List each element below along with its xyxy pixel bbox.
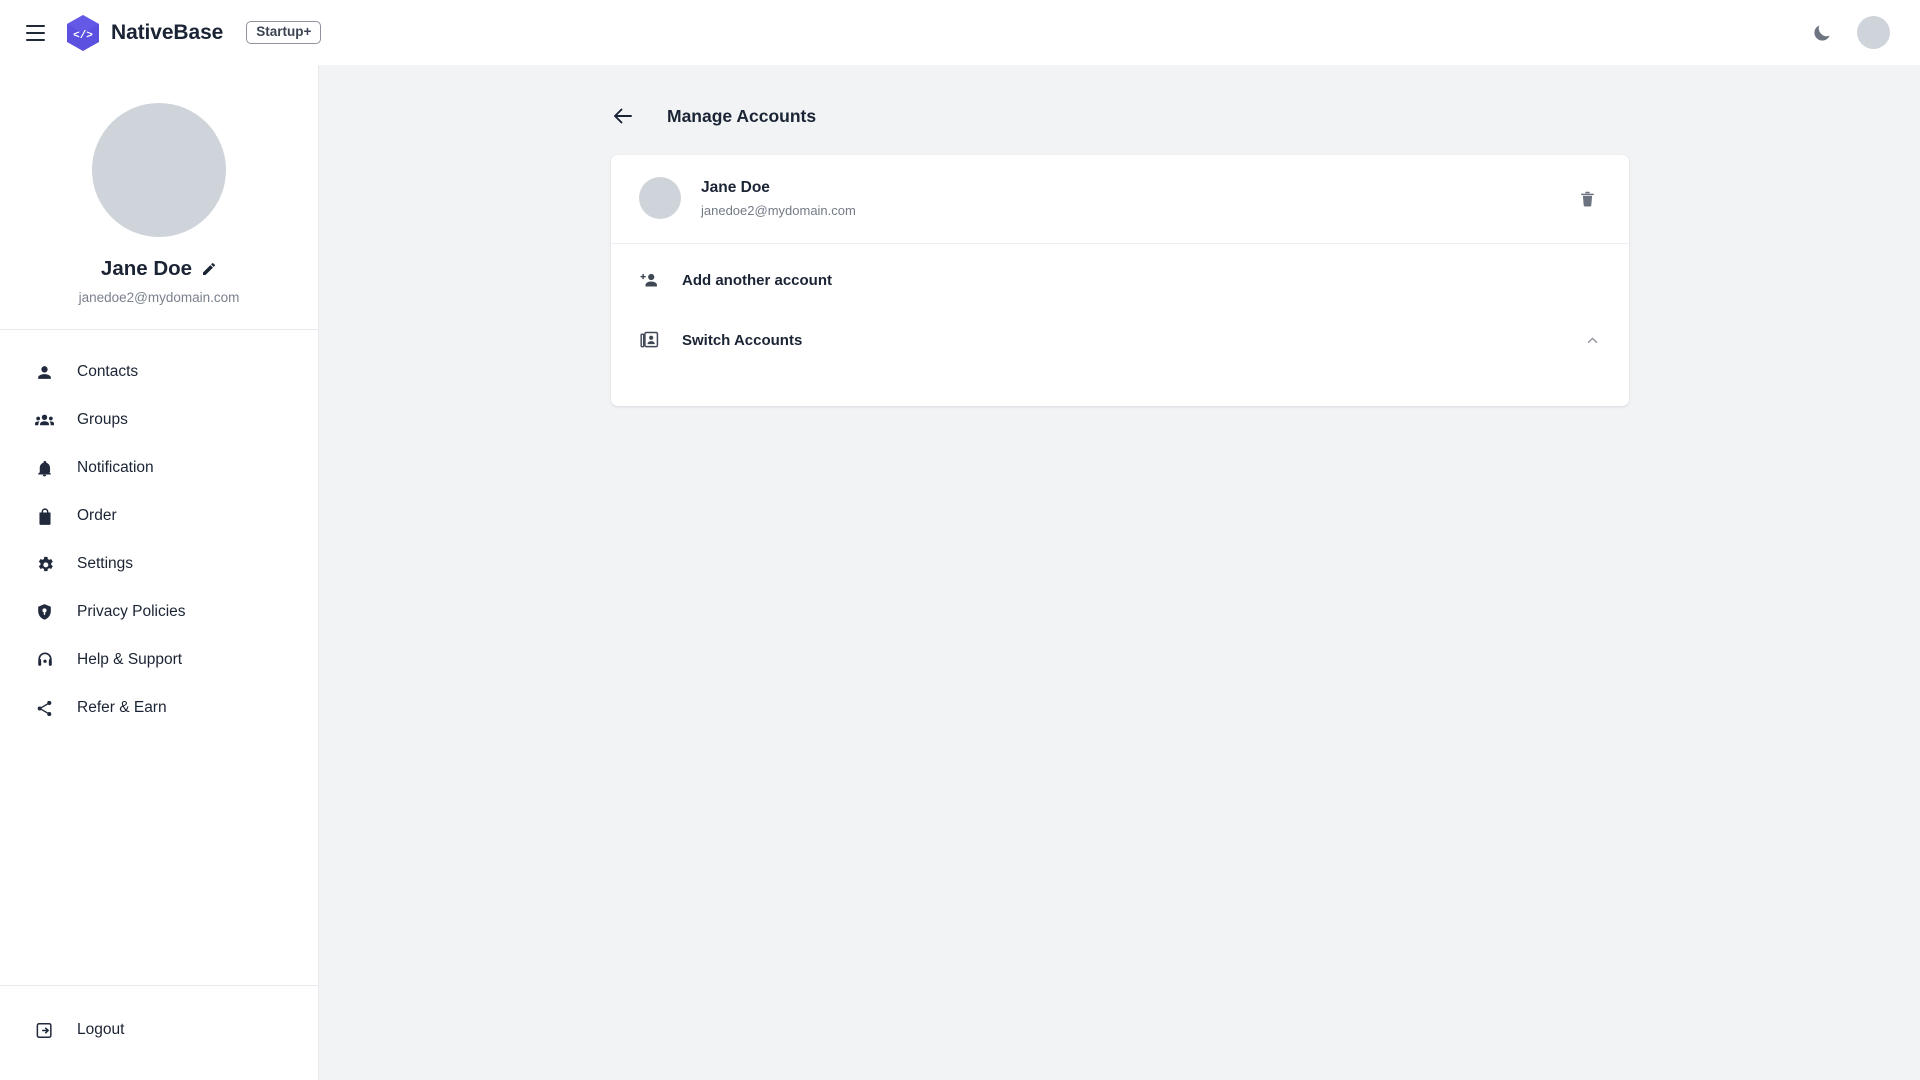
sidebar-item-refer-earn[interactable]: Refer & Earn bbox=[0, 684, 318, 732]
trash-icon[interactable] bbox=[1575, 187, 1599, 211]
hamburger-bar bbox=[25, 38, 45, 41]
hamburger-bar bbox=[25, 24, 45, 27]
logout-icon bbox=[34, 1020, 55, 1041]
action-label: Switch Accounts bbox=[682, 331, 803, 349]
action-label: Add another account bbox=[682, 271, 833, 289]
brand-name: NativeBase bbox=[111, 20, 224, 44]
shopping-bag-icon bbox=[34, 506, 55, 527]
sidebar-item-help-support[interactable]: Help & Support bbox=[0, 636, 318, 684]
account-row[interactable]: Jane Doe janedoe2@mydomain.com bbox=[611, 155, 1629, 244]
sidebar-item-privacy-policies[interactable]: Privacy Policies bbox=[0, 588, 318, 636]
manage-accounts-card: Jane Doe janedoe2@mydomain.com Add anoth… bbox=[611, 155, 1629, 406]
profile-name-row: Jane Doe bbox=[101, 257, 217, 281]
share-icon bbox=[34, 698, 55, 719]
sidebar-item-label: Help & Support bbox=[77, 651, 183, 668]
profile-avatar[interactable] bbox=[92, 103, 226, 237]
avatar[interactable] bbox=[1857, 16, 1890, 49]
sidebar-item-label: Order bbox=[77, 507, 117, 524]
svg-text:</>: </> bbox=[73, 30, 93, 42]
profile-name: Jane Doe bbox=[100, 257, 193, 280]
group-people-icon bbox=[34, 410, 55, 431]
gear-icon bbox=[34, 554, 55, 575]
sidebar-item-notification[interactable]: Notification bbox=[0, 444, 318, 492]
sidebar-profile: Jane Doe janedoe2@mydomain.com bbox=[0, 65, 318, 330]
sidebar-item-label: Refer & Earn bbox=[77, 699, 167, 716]
sidebar-item-groups[interactable]: Groups bbox=[0, 396, 318, 444]
sidebar-item-order[interactable]: Order bbox=[0, 492, 318, 540]
top-navbar: </> NativeBase Startup+ bbox=[0, 0, 1920, 65]
navbar-right-actions bbox=[1809, 16, 1898, 49]
sidebar-item-settings[interactable]: Settings bbox=[0, 540, 318, 588]
arrow-left-icon[interactable] bbox=[611, 103, 637, 129]
account-text: Jane Doe janedoe2@mydomain.com bbox=[701, 179, 856, 218]
card-actions: Add another account Switch Accounts bbox=[611, 244, 1629, 406]
switch-account-icon bbox=[639, 330, 660, 351]
profile-email: janedoe2@mydomain.com bbox=[78, 290, 240, 305]
bell-icon bbox=[34, 458, 55, 479]
page-title: Manage Accounts bbox=[667, 105, 817, 126]
account-email: janedoe2@mydomain.com bbox=[701, 202, 856, 218]
app-root: </> NativeBase Startup+ Jane Doe janedoe… bbox=[0, 0, 1920, 1080]
sidebar-menu: Contacts Groups Notification Order Setti… bbox=[0, 330, 318, 985]
nativebase-logo-icon: </> bbox=[66, 14, 100, 52]
sidebar: Jane Doe janedoe2@mydomain.com Contacts bbox=[0, 65, 319, 1080]
sidebar-item-logout[interactable]: Logout bbox=[0, 1006, 318, 1054]
add-another-account-row[interactable]: Add another account bbox=[611, 256, 1629, 304]
person-add-icon bbox=[639, 270, 660, 291]
hamburger-bar bbox=[25, 31, 45, 34]
headset-icon bbox=[34, 650, 55, 671]
chevron-up-icon[interactable] bbox=[1583, 331, 1601, 349]
sidebar-item-label: Groups bbox=[77, 411, 128, 428]
sidebar-item-contacts[interactable]: Contacts bbox=[0, 348, 318, 396]
sidebar-item-label: Notification bbox=[77, 459, 154, 476]
main-content: Manage Accounts Jane Doe janedoe2@mydoma… bbox=[319, 65, 1920, 1080]
page-header: Manage Accounts bbox=[319, 65, 1920, 129]
sidebar-item-label: Settings bbox=[77, 555, 134, 572]
switch-accounts-row[interactable]: Switch Accounts bbox=[611, 316, 1629, 364]
hamburger-menu-icon[interactable] bbox=[18, 16, 52, 50]
account-name: Jane Doe bbox=[701, 178, 770, 196]
moon-icon[interactable] bbox=[1809, 20, 1835, 46]
brand[interactable]: </> NativeBase Startup+ bbox=[66, 14, 322, 52]
actions-top-spacer bbox=[611, 244, 1629, 256]
account-avatar[interactable] bbox=[639, 177, 681, 219]
sidebar-footer: Logout bbox=[0, 985, 318, 1080]
plan-badge[interactable]: Startup+ bbox=[246, 20, 322, 45]
person-icon bbox=[34, 362, 55, 383]
shield-icon bbox=[34, 602, 55, 623]
actions-mid-spacer bbox=[611, 304, 1629, 316]
sidebar-item-label: Contacts bbox=[77, 363, 139, 380]
pencil-icon[interactable] bbox=[201, 261, 217, 277]
sidebar-item-label: Privacy Policies bbox=[77, 603, 186, 620]
sidebar-item-label: Logout bbox=[77, 1021, 125, 1038]
